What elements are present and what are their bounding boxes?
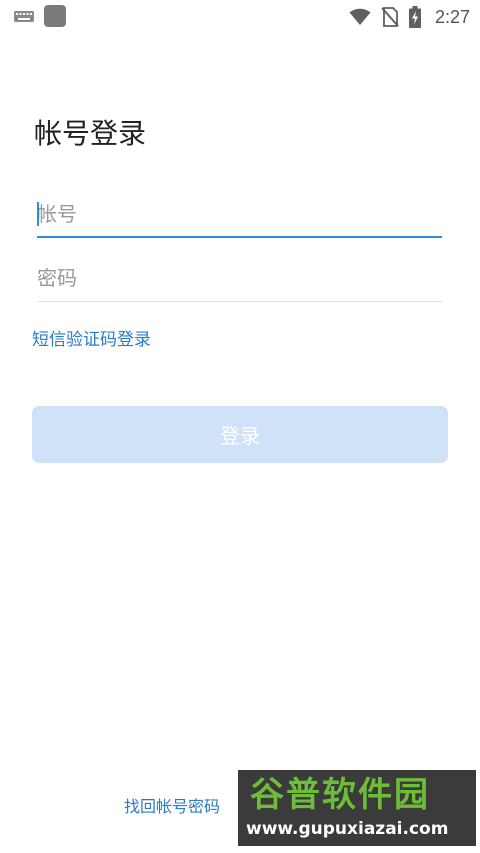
account-underline: [37, 236, 442, 238]
status-icons: 2:27: [349, 4, 470, 30]
status-time: 2:27: [434, 6, 470, 27]
page-title: 帐号登录: [34, 117, 147, 150]
text-cursor: [37, 202, 39, 226]
password-input[interactable]: [37, 256, 442, 300]
status-bar: 2:27: [0, 0, 480, 34]
watermark-url: www.gupuxiazai.com: [246, 819, 449, 839]
login-button[interactable]: 登录: [32, 406, 448, 463]
wifi-icon: [349, 8, 371, 25]
app-square-icon: [44, 5, 66, 27]
account-input[interactable]: [37, 192, 442, 236]
watermark-logo: 谷普软件园 www.gupuxiazai.com: [238, 770, 476, 846]
account-field[interactable]: [37, 192, 442, 238]
watermark-name: 谷普软件园: [250, 775, 430, 815]
keyboard-icon: [14, 11, 34, 22]
password-field[interactable]: [37, 256, 442, 302]
recover-account-link[interactable]: 找回帐号密码: [124, 794, 220, 820]
no-sim-icon: [381, 7, 399, 27]
battery-charging-icon: [408, 6, 421, 28]
sms-login-link[interactable]: 短信验证码登录: [32, 327, 151, 353]
password-underline: [37, 301, 442, 302]
